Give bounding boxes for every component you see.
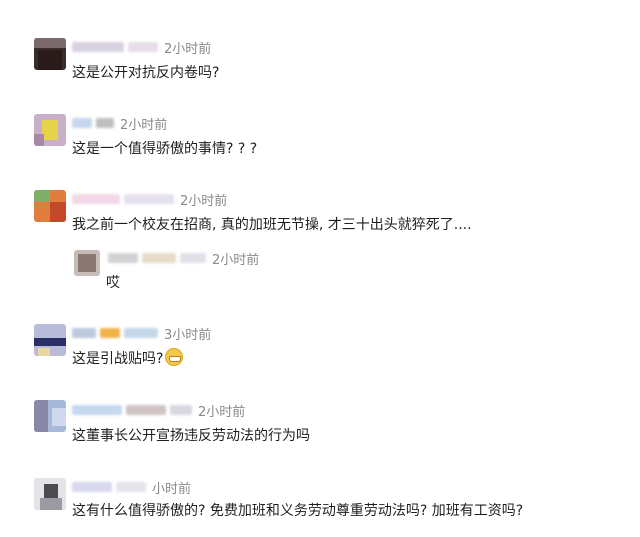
blurred-username[interactable] [72, 194, 120, 204]
avatar[interactable] [34, 114, 66, 146]
reply-time: 2小时前 [212, 252, 260, 268]
comment-meta: 小时前 [72, 478, 192, 497]
avatar[interactable] [34, 478, 66, 510]
reply-text: 哎 [106, 275, 120, 291]
comment-meta: 2小时前 [72, 401, 246, 420]
comment-time: 小时前 [152, 481, 192, 497]
comment-time: 2小时前 [120, 117, 168, 133]
blurred-username[interactable] [72, 328, 96, 338]
blurred-username[interactable] [72, 118, 92, 128]
comment-text: 这是一个值得骄傲的事情? ? ? [72, 141, 258, 157]
comment-time: 2小时前 [164, 41, 212, 57]
comment-meta: 2小时前 [72, 38, 212, 57]
comment-meta: 2小时前 [72, 114, 168, 133]
comment-text: 这董事长公开宣扬违反劳动法的行为吗 [72, 428, 310, 444]
grinning-face-icon [165, 348, 184, 366]
blurred-username[interactable] [72, 42, 124, 52]
reply-meta: 2小时前 [108, 249, 260, 268]
blurred-username[interactable] [108, 253, 138, 263]
blurred-username[interactable] [72, 482, 112, 492]
comment-text: 我之前一个校友在招商, 真的加班无节操, 才三十出头就猝死了.... [72, 217, 472, 233]
avatar[interactable] [34, 324, 66, 356]
comment-time: 2小时前 [198, 404, 246, 420]
blurred-username[interactable] [72, 405, 122, 415]
comment-meta: 2小时前 [72, 190, 228, 209]
avatar[interactable] [34, 38, 66, 70]
comment-meta: 3小时前 [72, 324, 212, 343]
comment-text: 这是引战贴吗? [72, 348, 184, 368]
comment-text-content: 这是引战贴吗? [72, 351, 164, 367]
comment-text: 这是公开对抗反内卷吗? [72, 65, 220, 81]
avatar[interactable] [34, 400, 66, 432]
avatar[interactable] [34, 190, 66, 222]
comment-time: 3小时前 [164, 327, 212, 343]
comment-time: 2小时前 [180, 193, 228, 209]
comment-text: 这有什么值得骄傲的? 免费加班和义务劳动尊重劳动法吗? 加班有工资吗? [72, 503, 524, 519]
avatar[interactable] [74, 250, 100, 276]
